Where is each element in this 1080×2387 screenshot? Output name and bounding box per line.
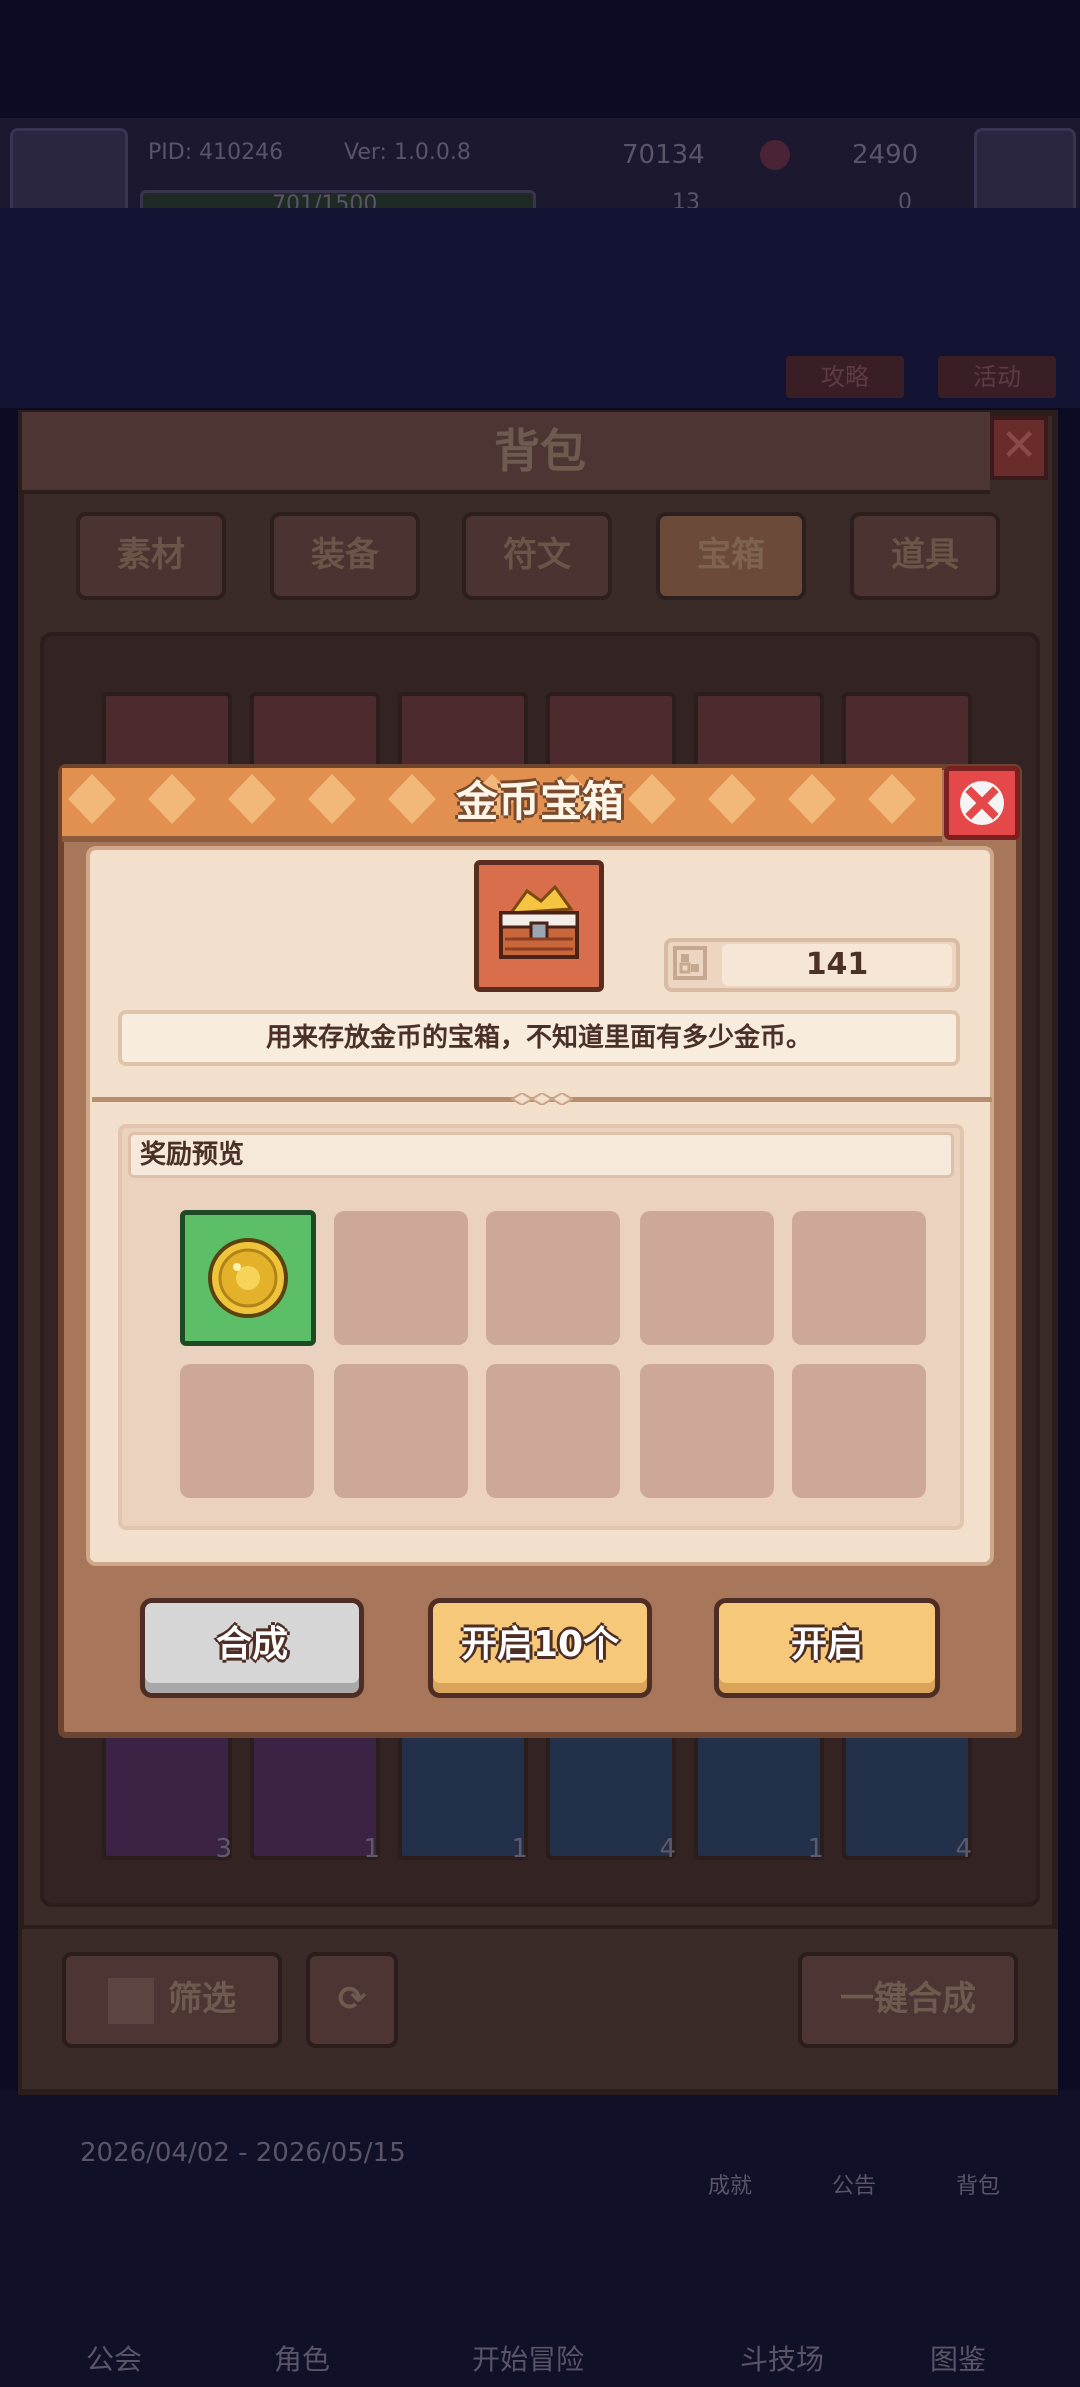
world-banner-area xyxy=(0,208,1080,408)
tab-chests[interactable]: 宝箱 xyxy=(656,512,806,600)
reward-slot-empty xyxy=(180,1364,314,1498)
backpack-close-icon[interactable]: ✕ xyxy=(990,416,1048,480)
tab-materials[interactable]: 素材 xyxy=(76,512,226,600)
slot-count: 1 xyxy=(511,1834,528,1864)
nav-guild[interactable]: 公会 xyxy=(86,2338,142,2378)
synthesize-button[interactable]: 合成 xyxy=(140,1598,364,1698)
chest-slot[interactable]: 4 xyxy=(546,1728,676,1864)
ornamental-divider xyxy=(92,1090,992,1107)
filter-label: 筛选 xyxy=(168,1979,236,2019)
reward-slot-gold[interactable] xyxy=(180,1210,316,1346)
gem-count: 2490 xyxy=(852,140,919,170)
reward-slot-empty xyxy=(486,1211,620,1345)
side-notice[interactable]: 公告 xyxy=(832,2168,876,2200)
slot-count: 1 xyxy=(807,1834,824,1864)
guide-button[interactable]: 攻略 xyxy=(786,356,904,398)
tab-items[interactable]: 道具 xyxy=(850,512,1000,600)
filter-button[interactable]: 筛选 xyxy=(62,1952,282,2048)
refresh-icon[interactable]: ⟳ xyxy=(306,1952,398,2048)
slot-count: 4 xyxy=(659,1834,676,1864)
backpack-title: 背包 xyxy=(494,424,586,478)
reward-slot-empty xyxy=(640,1364,774,1498)
reward-preview-label: 奖励预览 xyxy=(140,1140,245,1170)
gold-count: 70134 xyxy=(622,140,705,170)
chest-slot[interactable]: 1 xyxy=(250,1728,380,1864)
tab-runes[interactable]: 符文 xyxy=(462,512,612,600)
version-text: Ver: 1.0.0.8 xyxy=(344,140,471,165)
close-icon[interactable] xyxy=(944,766,1020,840)
reward-slot-empty xyxy=(792,1211,926,1345)
slot-count: 4 xyxy=(955,1834,972,1864)
nav-character[interactable]: 角色 xyxy=(274,2338,330,2378)
open-ten-button[interactable]: 开启10个 xyxy=(428,1598,652,1698)
chest-slot[interactable]: 1 xyxy=(398,1728,528,1864)
reward-label-box xyxy=(128,1132,954,1178)
chest-slot[interactable]: 3 xyxy=(102,1728,232,1864)
merge-all-button[interactable]: 一键合成 xyxy=(798,1952,1018,2048)
inventory-icon xyxy=(672,945,708,981)
slot-count: 3 xyxy=(215,1834,232,1864)
event-button[interactable]: 活动 xyxy=(938,356,1056,398)
modal-title: 金币宝箱 xyxy=(455,777,624,826)
gold-coin-icon xyxy=(208,1238,288,1318)
grid-icon xyxy=(108,1977,154,2024)
reward-slot-empty xyxy=(486,1364,620,1498)
side-achievement[interactable]: 成就 xyxy=(708,2168,752,2200)
item-description: 用来存放金币的宝箱，不知道里面有多少金币。 xyxy=(118,1010,960,1066)
open-button[interactable]: 开启 xyxy=(714,1598,940,1698)
event-date-range: 2026/04/02 - 2026/05/15 xyxy=(80,2138,406,2168)
gold-chest-icon xyxy=(474,860,604,992)
side-backpack[interactable]: 背包 xyxy=(956,2168,1000,2200)
reward-slot-empty xyxy=(792,1364,926,1498)
chest-slot[interactable]: 1 xyxy=(694,1728,824,1864)
nav-start-adventure[interactable]: 开始冒险 xyxy=(472,2338,584,2378)
chest-slot[interactable]: 4 xyxy=(842,1728,972,1864)
nav-codex[interactable]: 图鉴 xyxy=(930,2338,986,2378)
reward-slot-empty xyxy=(334,1211,468,1345)
reward-slot-empty xyxy=(334,1364,468,1498)
reward-slot-empty xyxy=(640,1211,774,1345)
tab-equipment[interactable]: 装备 xyxy=(270,512,420,600)
nav-arena[interactable]: 斗技场 xyxy=(740,2338,824,2378)
slot-count: 1 xyxy=(363,1834,380,1864)
owned-count-value: 141 xyxy=(805,947,869,982)
gem-icon xyxy=(760,140,790,170)
pid-text: PID: 410246 xyxy=(148,140,284,165)
